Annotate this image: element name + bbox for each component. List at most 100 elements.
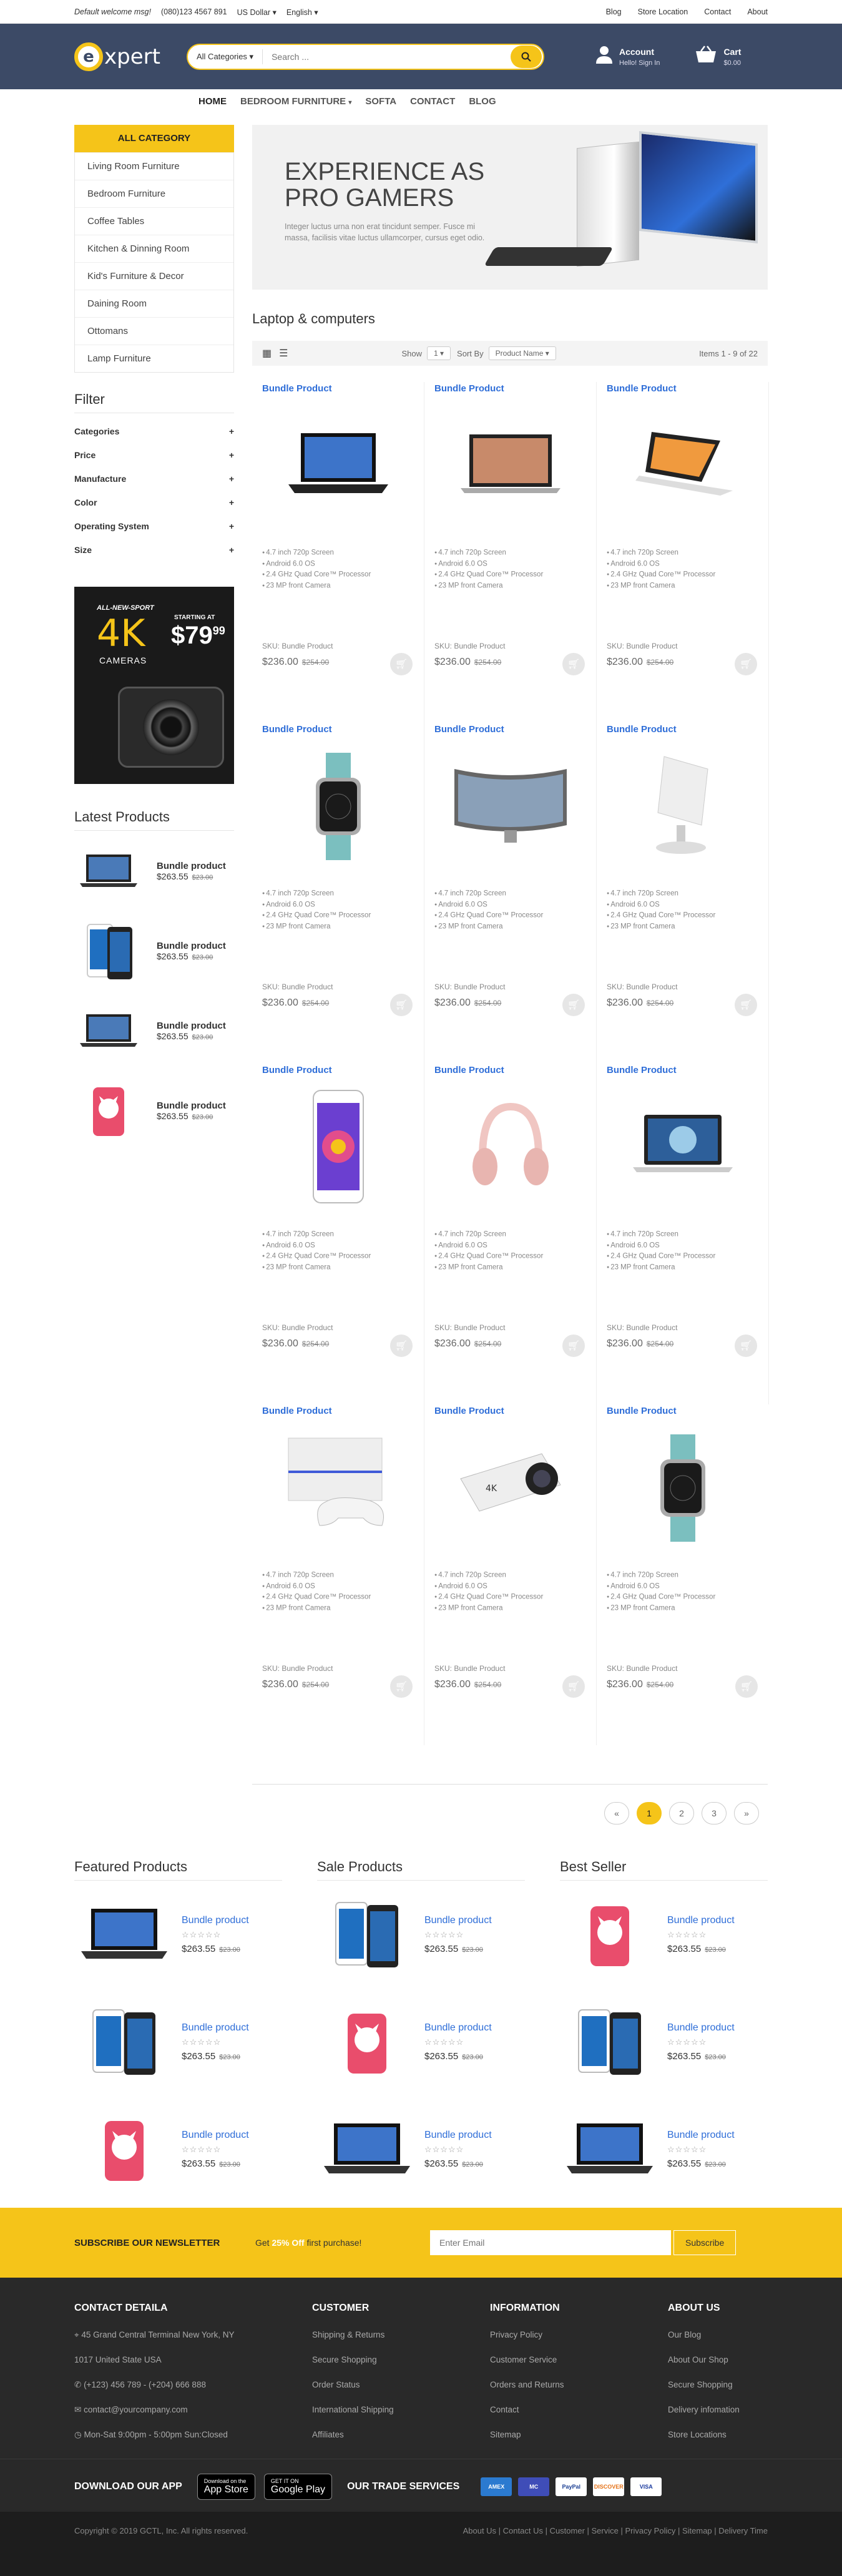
add-to-cart-button[interactable]: 🛒︎ bbox=[735, 653, 757, 675]
item-name[interactable]: Bundle product bbox=[424, 2022, 492, 2034]
footer-link[interactable]: Customer Service bbox=[490, 2355, 564, 2380]
add-to-cart-button[interactable]: 🛒︎ bbox=[562, 1335, 585, 1357]
add-to-cart-button[interactable]: 🛒︎ bbox=[390, 994, 413, 1016]
laptop-image[interactable] bbox=[317, 2112, 417, 2187]
grid-view-icon[interactable]: ▦ bbox=[262, 347, 272, 360]
app-store-badge[interactable]: Download on the App Store bbox=[197, 2474, 255, 2500]
add-to-cart-button[interactable]: 🛒︎ bbox=[390, 1675, 413, 1698]
power-image[interactable] bbox=[317, 2004, 417, 2079]
featured-item[interactable]: Bundle product ☆☆☆☆☆ $263.55 $23.00 bbox=[74, 1988, 282, 2095]
google-play-badge[interactable]: GET IT ON Google Play bbox=[263, 2474, 333, 2500]
page-1[interactable]: 1 bbox=[637, 1802, 662, 1824]
footer-link[interactable]: Shipping & Returns bbox=[312, 2330, 394, 2355]
product-title[interactable]: Bundle Product bbox=[434, 383, 586, 394]
currency-select[interactable]: US Dollar ▾ bbox=[237, 7, 277, 17]
smartphone-image[interactable] bbox=[262, 1075, 414, 1219]
phones-image[interactable] bbox=[74, 2004, 174, 2079]
category-item[interactable]: Lamp Furniture bbox=[75, 345, 233, 372]
convertible-laptop-image[interactable] bbox=[607, 394, 758, 537]
show-select[interactable]: 1 ▾ bbox=[427, 346, 451, 360]
add-to-cart-button[interactable]: 🛒︎ bbox=[562, 653, 585, 675]
footer-link[interactable]: Sitemap bbox=[490, 2430, 564, 2455]
page-next[interactable]: » bbox=[734, 1802, 759, 1824]
product-card[interactable]: Bundle Product 4.7 inch 720p ScreenAndroi… bbox=[597, 382, 769, 723]
cart-link[interactable]: Cart $0.00 bbox=[695, 45, 741, 69]
add-to-cart-button[interactable]: 🛒︎ bbox=[562, 1675, 585, 1698]
product-title[interactable]: Bundle Product bbox=[262, 724, 414, 735]
featured-item[interactable]: Bundle product ☆☆☆☆☆ $263.55 $23.00 bbox=[317, 1988, 525, 2095]
phones-image[interactable] bbox=[317, 1897, 417, 1972]
latest-item[interactable]: Bundle product $263.55 $23.00 bbox=[74, 1070, 234, 1150]
top-link-about[interactable]: About bbox=[747, 7, 768, 16]
filter-row[interactable]: Manufacture + bbox=[74, 467, 234, 491]
game-console-image[interactable] bbox=[262, 1416, 414, 1560]
footer-link[interactable]: Secure Shopping bbox=[312, 2355, 394, 2380]
account-link[interactable]: Account Hello! Sign In bbox=[595, 45, 660, 68]
page-3[interactable]: 3 bbox=[702, 1802, 727, 1824]
category-item[interactable]: Daining Room bbox=[75, 290, 233, 317]
filter-row[interactable]: Operating System + bbox=[74, 514, 234, 538]
product-title[interactable]: Bundle Product bbox=[434, 1406, 586, 1416]
footer-link[interactable]: Contact bbox=[490, 2405, 564, 2430]
item-name[interactable]: Bundle product bbox=[182, 1915, 249, 1926]
category-item[interactable]: Kid's Furniture & Decor bbox=[75, 262, 233, 290]
footer-link[interactable]: Store Locations bbox=[668, 2430, 740, 2455]
featured-item[interactable]: Bundle product ☆☆☆☆☆ $263.55 $23.00 bbox=[560, 1988, 768, 2095]
product-card[interactable]: Bundle Product 4.7 inch 720p ScreenAndroi… bbox=[252, 1064, 424, 1404]
nav-bedroom-furniture[interactable]: BEDROOM FURNITURE ▾ bbox=[240, 96, 351, 107]
laptop-image[interactable] bbox=[262, 394, 414, 537]
product-card[interactable]: Bundle Product 4.7 inch 720p ScreenAndroi… bbox=[424, 382, 597, 723]
sort-select[interactable]: Product Name ▾ bbox=[488, 346, 556, 360]
top-link-contact[interactable]: Contact bbox=[704, 7, 731, 16]
category-item[interactable]: Living Room Furniture bbox=[75, 152, 233, 180]
footer-link[interactable]: International Shipping bbox=[312, 2405, 394, 2430]
power-image[interactable] bbox=[560, 1897, 660, 1972]
video-call-laptop-image[interactable] bbox=[434, 394, 586, 537]
newsletter-email-input[interactable] bbox=[430, 2230, 671, 2255]
product-title[interactable]: Bundle Product bbox=[434, 724, 586, 735]
product-card[interactable]: Bundle Product 4.7 inch 720p ScreenAndroi… bbox=[597, 1404, 769, 1745]
featured-item[interactable]: Bundle product ☆☆☆☆☆ $263.55 $23.00 bbox=[74, 1881, 282, 1988]
product-card[interactable]: Bundle Product 4.7 inch 720p ScreenAndroi… bbox=[424, 723, 597, 1064]
footer-link[interactable]: Order Status bbox=[312, 2380, 394, 2405]
add-to-cart-button[interactable]: 🛒︎ bbox=[735, 994, 757, 1016]
contact-email[interactable]: ✉ contact@yourcompany.com bbox=[74, 2405, 234, 2430]
featured-item[interactable]: Bundle product ☆☆☆☆☆ $263.55 $23.00 bbox=[317, 2095, 525, 2203]
featured-item[interactable]: Bundle product ☆☆☆☆☆ $263.55 $23.00 bbox=[560, 2095, 768, 2203]
filter-row[interactable]: Price + bbox=[74, 443, 234, 467]
footer-link[interactable]: Orders and Returns bbox=[490, 2380, 564, 2405]
curved-monitor-image[interactable] bbox=[434, 735, 586, 878]
item-name[interactable]: Bundle product bbox=[667, 2130, 735, 2141]
product-title[interactable]: Bundle Product bbox=[607, 724, 758, 735]
subscribe-button[interactable]: Subscribe bbox=[673, 2230, 737, 2255]
language-select[interactable]: English ▾ bbox=[286, 7, 318, 17]
latest-item[interactable]: Bundle product $263.55 $23.00 bbox=[74, 831, 234, 911]
footer-link[interactable]: Secure Shopping bbox=[668, 2380, 740, 2405]
item-name[interactable]: Bundle product bbox=[667, 2022, 735, 2034]
laptop-image[interactable] bbox=[560, 2112, 660, 2187]
router-image[interactable] bbox=[607, 735, 758, 878]
add-to-cart-button[interactable]: 🛒︎ bbox=[390, 653, 413, 675]
latest-item[interactable]: Bundle product $263.55 $23.00 bbox=[74, 991, 234, 1070]
product-card[interactable]: Bundle Product 4.7 inch 720p ScreenAndroi… bbox=[424, 1064, 597, 1404]
headphones-image[interactable] bbox=[434, 1075, 586, 1219]
add-to-cart-button[interactable]: 🛒︎ bbox=[735, 1335, 757, 1357]
product-title[interactable]: Bundle Product bbox=[607, 1065, 758, 1075]
product-card[interactable]: Bundle Product 4.7 inch 720p ScreenAndroi… bbox=[252, 1404, 424, 1745]
product-title[interactable]: Bundle Product bbox=[262, 1406, 414, 1416]
smartwatch-image[interactable] bbox=[262, 735, 414, 878]
product-title[interactable]: Bundle Product bbox=[434, 1065, 586, 1075]
phones-image[interactable] bbox=[560, 2004, 660, 2079]
add-to-cart-button[interactable]: 🛒︎ bbox=[390, 1335, 413, 1357]
product-card[interactable]: Bundle Product 4.7 inch 720p ScreenAndroi… bbox=[597, 723, 769, 1064]
macbook-image[interactable] bbox=[607, 1075, 758, 1219]
category-item[interactable]: Bedroom Furniture bbox=[75, 180, 233, 207]
action-camera-image[interactable]: 4K bbox=[434, 1416, 586, 1560]
featured-item[interactable]: Bundle product ☆☆☆☆☆ $263.55 $23.00 bbox=[560, 1881, 768, 1988]
nav-home[interactable]: HOME bbox=[198, 96, 227, 107]
top-link-blog[interactable]: Blog bbox=[606, 7, 622, 16]
footer-link[interactable]: Delivery infomation bbox=[668, 2405, 740, 2430]
list-view-icon[interactable]: ☰ bbox=[279, 347, 288, 360]
item-name[interactable]: Bundle product bbox=[667, 1915, 735, 1926]
product-card[interactable]: Bundle Product 4K 4.7 inch 720p ScreenAndr… bbox=[424, 1404, 597, 1745]
